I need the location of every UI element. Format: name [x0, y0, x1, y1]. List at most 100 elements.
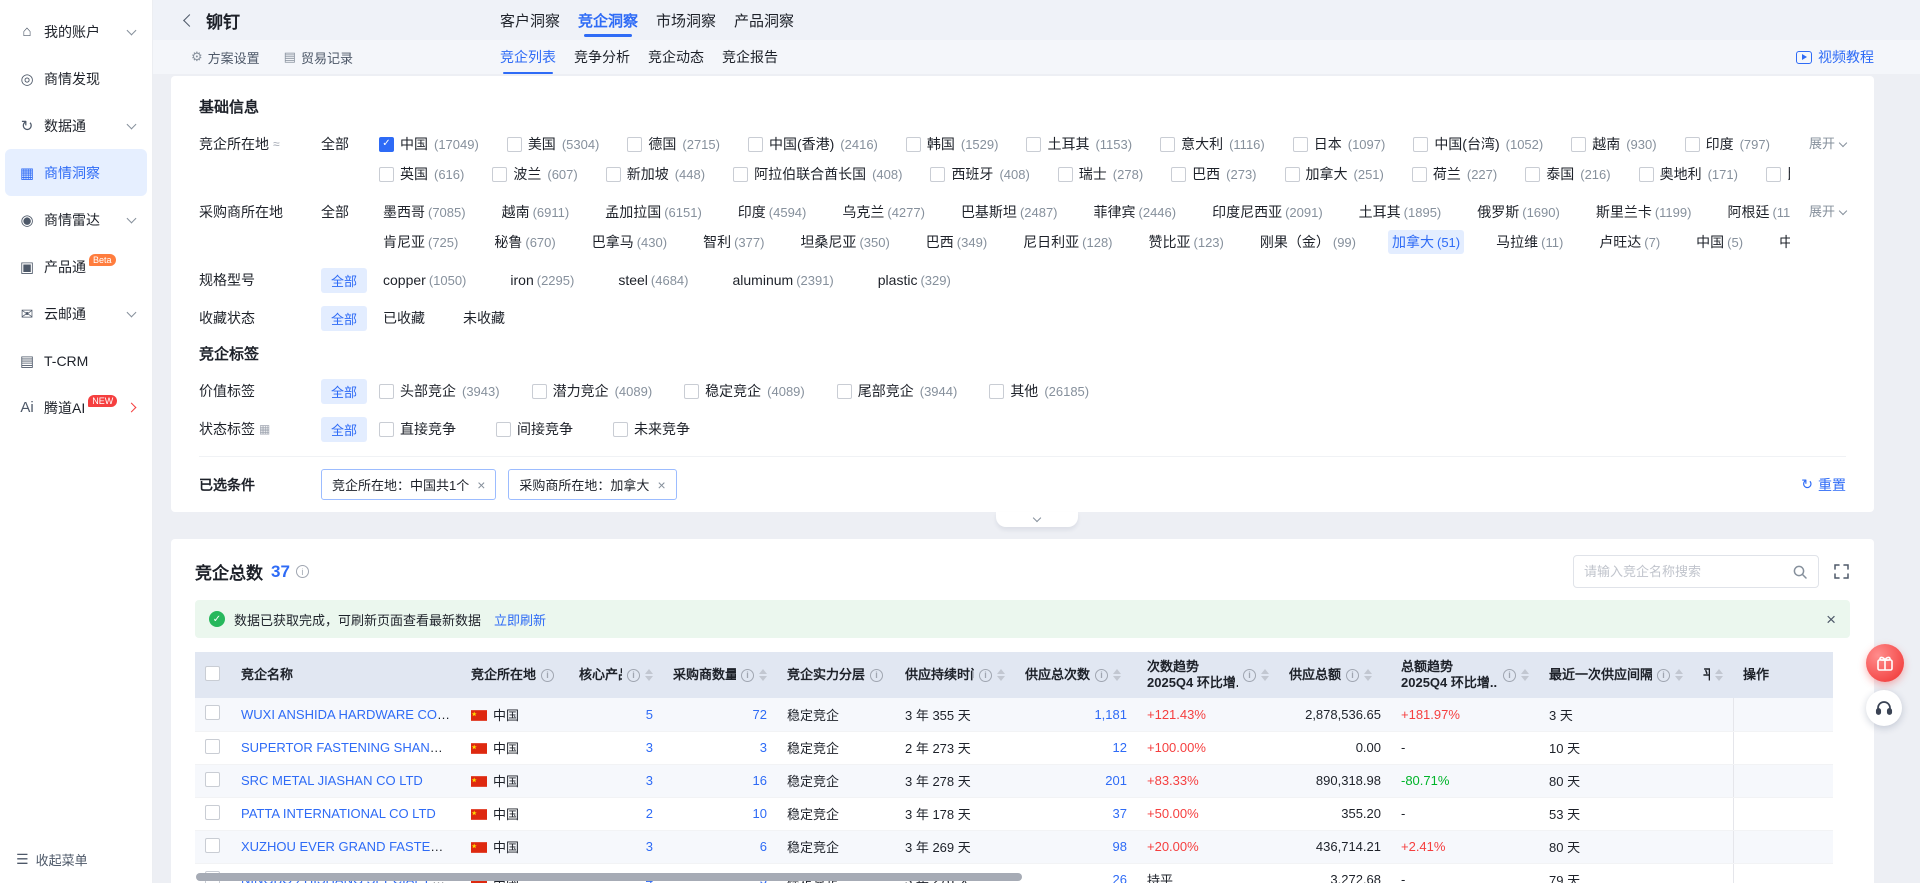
- country-filter-option[interactable]: 意大利 (1116): [1160, 134, 1265, 154]
- sidebar-item[interactable]: ▣ 产品通 Beta: [5, 243, 147, 290]
- spec-option[interactable]: copper (1050): [379, 270, 470, 290]
- all-option-selected[interactable]: 全部: [321, 306, 367, 331]
- country-filter-option[interactable]: 中国(香港) (2416): [748, 134, 878, 154]
- buyer-country-option[interactable]: 俄罗斯 (1690): [1473, 200, 1564, 224]
- row-checkbox[interactable]: [205, 805, 220, 820]
- checkbox[interactable]: [1525, 167, 1540, 182]
- column-header[interactable]: 供应总次数 i: [1015, 652, 1137, 698]
- buyers-count-link[interactable]: 16: [753, 773, 767, 788]
- customer-service-icon[interactable]: [1866, 690, 1902, 726]
- core-products-link[interactable]: 3: [646, 773, 653, 788]
- status-tag-info-icon[interactable]: ▦: [259, 414, 270, 444]
- info-icon[interactable]: i: [1243, 669, 1256, 682]
- country-filter-option[interactable]: 新加坡 (448): [606, 164, 705, 184]
- buyer-country-option[interactable]: 印度尼西亚 (2091): [1208, 200, 1327, 224]
- reset-button[interactable]: 重置: [1801, 475, 1846, 495]
- buyer-country-option[interactable]: 加拿大 (51): [1388, 230, 1464, 254]
- sort-icon[interactable]: [645, 669, 653, 681]
- checkbox[interactable]: [684, 384, 699, 399]
- checkbox[interactable]: [1171, 167, 1186, 182]
- sidebar-item[interactable]: ◎ 商情发现: [5, 55, 147, 102]
- sidebar-item[interactable]: ▦ 商情洞察: [5, 149, 147, 196]
- collapse-menu-button[interactable]: ☰ 收起菜单: [16, 850, 88, 869]
- checkbox[interactable]: [1413, 137, 1428, 152]
- sidebar-item[interactable]: ▤ T-CRM: [5, 337, 147, 384]
- country-filter-option[interactable]: 奥地利 (171): [1639, 164, 1738, 184]
- total-supply-count-link[interactable]: 37: [1113, 806, 1127, 821]
- spec-option[interactable]: iron (2295): [506, 270, 578, 290]
- sub-tab[interactable]: 竞争分析: [574, 40, 630, 74]
- video-tutorial-button[interactable]: 视频教程: [1796, 47, 1874, 67]
- promo-float-icon[interactable]: [1866, 644, 1904, 682]
- horizontal-scrollbar[interactable]: [196, 873, 1022, 881]
- sub-tab[interactable]: 竞企报告: [722, 40, 778, 74]
- row-checkbox[interactable]: [205, 838, 220, 853]
- all-option-selected[interactable]: 全部: [321, 379, 367, 404]
- country-filter-option[interactable]: 越南 (930): [1571, 134, 1656, 154]
- buyer-country-option[interactable]: 尼日利亚 (128): [1019, 230, 1116, 254]
- sidebar-item[interactable]: ⌂ 我的账户: [5, 8, 147, 55]
- competitor-name-link[interactable]: SRC METAL JIASHAN CO LTD: [241, 773, 423, 788]
- total-supply-count-link[interactable]: 12: [1113, 740, 1127, 755]
- value-tag-option[interactable]: 尾部竞企 (3944): [837, 381, 958, 401]
- buyers-count-link[interactable]: 10: [753, 806, 767, 821]
- main-tab[interactable]: 客户洞察: [500, 0, 560, 40]
- country-filter-option[interactable]: 巴西 (273): [1171, 164, 1256, 184]
- checkbox[interactable]: [379, 384, 394, 399]
- country-filter-option[interactable]: 中国 (17049): [379, 134, 479, 154]
- remove-tag-icon[interactable]: [657, 478, 665, 492]
- total-supply-count-link[interactable]: 1,181: [1094, 707, 1127, 722]
- country-filter-option[interactable]: 波兰 (607): [492, 164, 577, 184]
- sidebar-item[interactable]: ◉ 商情雷达: [5, 196, 147, 243]
- refresh-now-link[interactable]: 立即刷新: [494, 610, 546, 629]
- info-icon[interactable]: i: [741, 669, 754, 682]
- sidebar-item[interactable]: ✉ 云邮通: [5, 290, 147, 337]
- checkbox[interactable]: [606, 167, 621, 182]
- info-icon[interactable]: i: [979, 669, 992, 682]
- country-filter-option[interactable]: 韩国 (1529): [906, 134, 999, 154]
- back-icon[interactable]: [183, 14, 196, 27]
- checkbox[interactable]: [1160, 137, 1175, 152]
- remove-tag-icon[interactable]: [477, 478, 485, 492]
- total-supply-count-link[interactable]: 201: [1105, 773, 1127, 788]
- buyer-country-option[interactable]: 孟加拉国 (6151): [601, 200, 706, 224]
- country-filter-option[interactable]: 英国 (616): [379, 164, 464, 184]
- status-tag-option[interactable]: 直接竞争: [379, 419, 456, 439]
- buyer-country-option[interactable]: 秘鲁 (670): [490, 230, 559, 254]
- checkbox[interactable]: [1412, 167, 1427, 182]
- info-icon[interactable]: i: [1503, 669, 1516, 682]
- sub-tab[interactable]: 竞企列表: [500, 40, 556, 74]
- info-icon[interactable]: i: [1095, 669, 1108, 682]
- all-option-selected[interactable]: 全部: [321, 417, 367, 442]
- info-icon[interactable]: i: [870, 669, 883, 682]
- column-header[interactable]: 总额趋势 2025Q4 环比增... i: [1391, 652, 1539, 698]
- country-filter-option[interactable]: 印度 (797): [1685, 134, 1770, 154]
- row-checkbox[interactable]: [205, 705, 220, 720]
- sort-icon[interactable]: [1715, 669, 1723, 681]
- core-products-link[interactable]: 3: [646, 740, 653, 755]
- column-header[interactable]: 最近一次供应间隔 i: [1539, 652, 1693, 698]
- buyer-country-option[interactable]: 卢旺达 (7): [1595, 230, 1664, 254]
- column-header[interactable]: 竞企名称 i: [231, 652, 461, 698]
- spec-option[interactable]: plastic (329): [874, 270, 955, 290]
- column-header[interactable]: 竞企实力分层 i: [777, 652, 895, 698]
- selected-filter-tag[interactable]: 竞企所在地：中国共1个: [321, 469, 496, 500]
- buyer-country-option[interactable]: 赞比亚 (123): [1145, 230, 1228, 254]
- search-input[interactable]: [1584, 564, 1792, 579]
- country-filter-option[interactable]: 瑞士 (278): [1058, 164, 1143, 184]
- core-products-link[interactable]: 2: [646, 806, 653, 821]
- status-tag-option[interactable]: 间接竞争: [496, 419, 573, 439]
- total-supply-count-link[interactable]: 98: [1113, 839, 1127, 854]
- info-icon[interactable]: i: [1657, 669, 1670, 682]
- buyer-country-option[interactable]: 斯里兰卡 (1199): [1592, 200, 1696, 224]
- checkbox[interactable]: [1058, 167, 1073, 182]
- sub-tab[interactable]: 竞企动态: [648, 40, 704, 74]
- checkbox[interactable]: [906, 137, 921, 152]
- checkbox[interactable]: [1026, 137, 1041, 152]
- main-tab[interactable]: 市场洞察: [656, 0, 716, 40]
- buyer-country-option[interactable]: 刚果（金） (99): [1256, 230, 1360, 254]
- column-header[interactable]: 供应总额 i: [1279, 652, 1391, 698]
- core-products-link[interactable]: 3: [646, 839, 653, 854]
- checkbox[interactable]: [1293, 137, 1308, 152]
- checkbox[interactable]: [613, 422, 628, 437]
